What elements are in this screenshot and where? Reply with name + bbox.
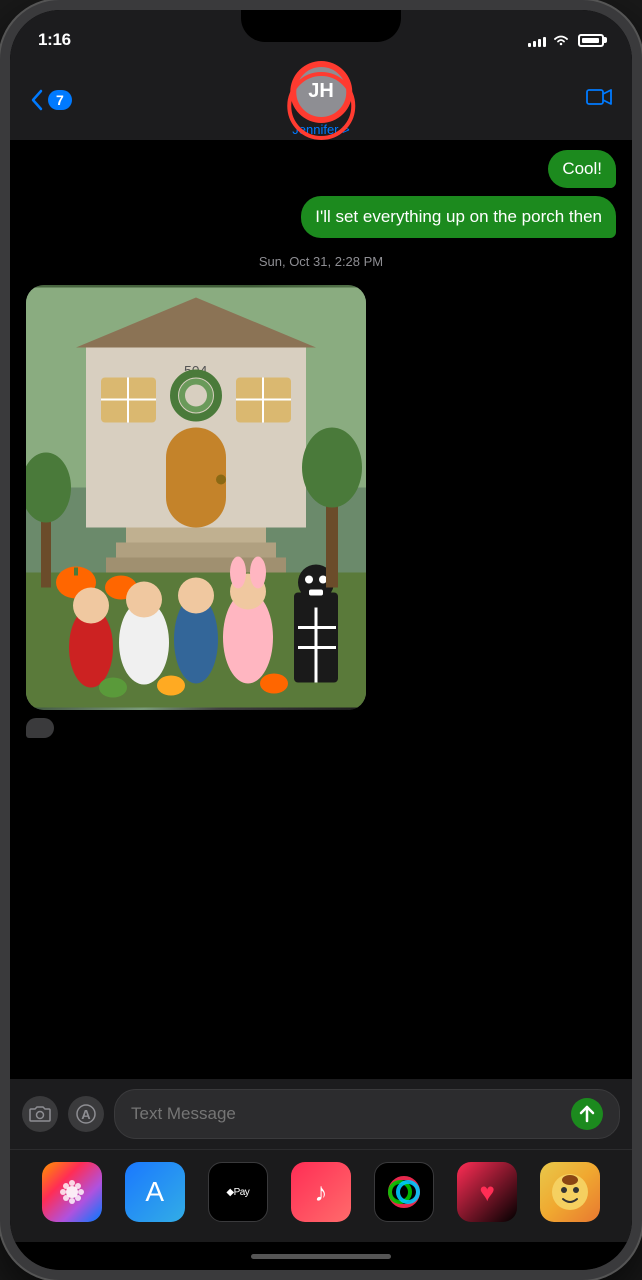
- screen: 1:16: [10, 10, 632, 1270]
- dock-memoji-button[interactable]: [540, 1162, 600, 1222]
- dock-appstore-button[interactable]: A: [125, 1162, 185, 1222]
- photos-icon: [56, 1176, 88, 1208]
- bar3: [538, 39, 541, 47]
- message-bubble: [26, 718, 54, 738]
- bar4: [543, 37, 546, 47]
- status-icons: [528, 33, 604, 47]
- photo-bubble[interactable]: 504: [26, 285, 366, 710]
- appstore-label: A: [145, 1176, 164, 1208]
- apps-button[interactable]: A: [68, 1096, 104, 1132]
- send-button[interactable]: [571, 1098, 603, 1130]
- video-call-button[interactable]: [586, 87, 612, 113]
- memoji-icon: [550, 1172, 590, 1212]
- message-bubble: I'll set everything up on the porch then: [301, 196, 616, 238]
- message-input[interactable]: [131, 1104, 571, 1124]
- notch: [241, 10, 401, 42]
- bar2: [533, 41, 536, 47]
- halloween-scene-svg: 504: [26, 285, 366, 710]
- back-badge[interactable]: 7: [48, 90, 72, 110]
- contact-name[interactable]: Jennifer >: [292, 122, 349, 137]
- music-label: ♪: [314, 1177, 327, 1208]
- wifi-icon: [552, 33, 570, 47]
- message-row: [26, 718, 616, 738]
- svg-text:A: A: [81, 1107, 91, 1122]
- message-row: I'll set everything up on the porch then: [26, 196, 616, 238]
- back-button[interactable]: 7: [30, 89, 72, 111]
- dock: A ◆Pay ♪ ♥: [10, 1149, 632, 1242]
- beats-label: ♥: [480, 1177, 495, 1208]
- home-bar: [251, 1254, 391, 1259]
- text-input-wrapper[interactable]: [114, 1089, 620, 1139]
- halloween-photo: 504: [26, 285, 366, 710]
- message-bubble: Cool!: [548, 150, 616, 188]
- dock-fitness-button[interactable]: [374, 1162, 434, 1222]
- fitness-rings-icon: [386, 1174, 422, 1210]
- messages-area: Cool! I'll set everything up on the porc…: [10, 140, 632, 1079]
- apps-icon: A: [75, 1103, 97, 1125]
- dock-beats-button[interactable]: ♥: [457, 1162, 517, 1222]
- dock-applepay-button[interactable]: ◆Pay: [208, 1162, 268, 1222]
- back-chevron-icon: [30, 89, 44, 111]
- dock-music-button[interactable]: ♪: [291, 1162, 351, 1222]
- camera-button[interactable]: [22, 1096, 58, 1132]
- video-icon: [586, 87, 612, 107]
- message-row: 504: [26, 285, 616, 710]
- nav-bar: 7 JH Jennifer >: [10, 60, 632, 140]
- signal-bars-icon: [528, 33, 546, 47]
- input-bar: A: [10, 1079, 632, 1149]
- battery-fill: [582, 38, 599, 43]
- timestamp: Sun, Oct 31, 2:28 PM: [259, 254, 383, 269]
- camera-icon: [29, 1105, 51, 1123]
- contact-header[interactable]: JH Jennifer >: [292, 64, 349, 137]
- avatar: JH: [293, 64, 349, 120]
- bar1: [528, 43, 531, 47]
- send-arrow-icon: [579, 1105, 595, 1123]
- battery-icon: [578, 34, 604, 47]
- dock-photos-button[interactable]: [42, 1162, 102, 1222]
- applepay-label: ◆Pay: [226, 1187, 249, 1198]
- phone-frame: 1:16: [0, 0, 642, 1280]
- status-time: 1:16: [38, 30, 71, 50]
- message-row: Cool!: [26, 150, 616, 188]
- home-indicator: [10, 1242, 632, 1270]
